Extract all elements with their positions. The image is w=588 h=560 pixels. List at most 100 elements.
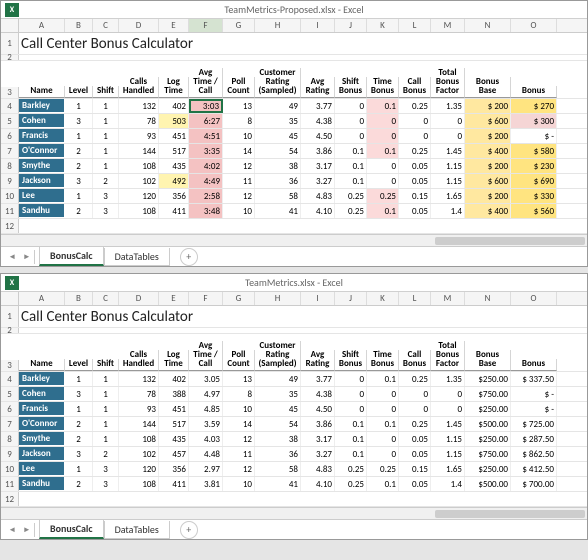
cell-bb[interactable]: $ 200 — [465, 189, 511, 203]
cell-ar[interactable]: 3.17 — [301, 432, 335, 446]
cell-tbf[interactable]: 1.35 — [431, 372, 465, 386]
cell-lvl[interactable]: 1 — [65, 372, 93, 386]
column-header[interactable]: G — [223, 292, 255, 305]
select-all-corner[interactable] — [1, 292, 19, 305]
row-header[interactable]: 8 — [1, 432, 19, 446]
cell-sb[interactable]: 0.1 — [335, 417, 367, 431]
cell-bn[interactable]: $ 580 — [511, 144, 557, 158]
column-header[interactable]: L — [399, 292, 431, 305]
cell-avg[interactable]: 4:02 — [189, 159, 223, 173]
cell-bb[interactable]: $500.00 — [465, 477, 511, 491]
column-header[interactable]: O — [511, 292, 557, 305]
cell-tb[interactable]: 0.1 — [367, 99, 399, 113]
scroll-thumb[interactable] — [435, 510, 585, 518]
cell-lt[interactable]: 451 — [159, 129, 189, 143]
cell-name[interactable]: Cohen — [19, 387, 65, 401]
cell-sb[interactable]: 0 — [335, 372, 367, 386]
cell-lvl[interactable]: 2 — [65, 159, 93, 173]
cell-sb[interactable]: 0.25 — [335, 477, 367, 491]
column-header[interactable]: C — [93, 19, 119, 32]
cell-sh[interactable]: 3 — [93, 189, 119, 203]
cell-name[interactable]: Jackson — [19, 174, 65, 188]
cell-tbf[interactable]: 1.65 — [431, 189, 465, 203]
cell-cb[interactable]: 0 — [399, 387, 431, 401]
cell-ch[interactable]: 108 — [119, 477, 159, 491]
cell-sb[interactable]: 0 — [335, 387, 367, 401]
cell-avg[interactable]: 2.97 — [189, 462, 223, 476]
cell-tbf[interactable]: 1.15 — [431, 174, 465, 188]
select-all-corner[interactable] — [1, 19, 19, 32]
cell-lt[interactable]: 402 — [159, 99, 189, 113]
cell-lvl[interactable]: 3 — [65, 387, 93, 401]
cell-bb[interactable]: $750.00 — [465, 387, 511, 401]
cell-bb[interactable]: $250.00 — [465, 402, 511, 416]
cell-tbf[interactable]: 1.15 — [431, 432, 465, 446]
cell-avg[interactable]: 3.05 — [189, 372, 223, 386]
cell-lt[interactable]: 356 — [159, 462, 189, 476]
cell-tb[interactable]: 0 — [367, 114, 399, 128]
row-header[interactable]: 6 — [1, 402, 19, 416]
page-title[interactable]: Call Center Bonus Calculator — [19, 33, 549, 54]
tab-bonuscalc[interactable]: BonusCalc — [39, 520, 104, 539]
cell-lvl[interactable]: 2 — [65, 144, 93, 158]
cell-ch[interactable]: 120 — [119, 189, 159, 203]
cell-cr[interactable]: 49 — [255, 99, 301, 113]
row-header[interactable]: 4 — [1, 99, 19, 113]
cell-avg[interactable]: 3:35 — [189, 144, 223, 158]
cell-cr[interactable]: 38 — [255, 432, 301, 446]
cell-cr[interactable]: 35 — [255, 387, 301, 401]
cell-pc[interactable]: 12 — [223, 462, 255, 476]
spreadsheet-grid-top[interactable]: 1 Call Center Bonus Calculator 2 3 NameL… — [1, 33, 587, 234]
cell-lt[interactable]: 411 — [159, 204, 189, 218]
scroll-bar[interactable] — [1, 507, 587, 519]
column-header[interactable]: K — [367, 19, 399, 32]
cell-pc[interactable]: 13 — [223, 372, 255, 386]
cell-ch[interactable]: 120 — [119, 462, 159, 476]
cell-tb[interactable]: 0 — [367, 387, 399, 401]
cell-pc[interactable]: 10 — [223, 129, 255, 143]
cell-bn[interactable]: $ 862.50 — [511, 447, 557, 461]
cell-bb[interactable]: $250.00 — [465, 462, 511, 476]
cell-ar[interactable]: 4.50 — [301, 402, 335, 416]
cell-ch[interactable]: 132 — [119, 372, 159, 386]
cell-bb[interactable]: $ 200 — [465, 99, 511, 113]
cell-tb[interactable]: 0 — [367, 174, 399, 188]
cell-name[interactable]: Francis — [19, 402, 65, 416]
row-header[interactable]: 10 — [1, 462, 19, 476]
cell-pc[interactable]: 12 — [223, 189, 255, 203]
cell-cr[interactable]: 35 — [255, 114, 301, 128]
cell-lt[interactable]: 503 — [159, 114, 189, 128]
column-header[interactable]: K — [367, 292, 399, 305]
cell-sb[interactable]: 0.25 — [335, 189, 367, 203]
cell-tbf[interactable]: 0 — [431, 402, 465, 416]
cell-ar[interactable]: 3.77 — [301, 99, 335, 113]
column-header[interactable]: F — [189, 19, 223, 32]
cell-tb[interactable]: 0.1 — [367, 204, 399, 218]
cell-cb[interactable]: 0 — [399, 402, 431, 416]
cell-name[interactable]: Lee — [19, 189, 65, 203]
cell-sb[interactable]: 0.1 — [335, 174, 367, 188]
column-header[interactable]: A — [19, 292, 65, 305]
cell-name[interactable]: Francis — [19, 129, 65, 143]
cell-lvl[interactable]: 2 — [65, 417, 93, 431]
cell-cb[interactable]: 0.05 — [399, 432, 431, 446]
cell-tb[interactable]: 0.1 — [367, 372, 399, 386]
cell-tb[interactable]: 0 — [367, 159, 399, 173]
cell-bn[interactable]: $ 690 — [511, 174, 557, 188]
cell-ar[interactable]: 3.86 — [301, 144, 335, 158]
cell-ch[interactable]: 78 — [119, 114, 159, 128]
cell-pc[interactable]: 8 — [223, 114, 255, 128]
cell-cr[interactable]: 54 — [255, 144, 301, 158]
cell-ch[interactable]: 93 — [119, 129, 159, 143]
cell-bn[interactable]: $ 337.50 — [511, 372, 557, 386]
row-header[interactable]: 1 — [1, 33, 19, 54]
cell-tb[interactable]: 0.25 — [367, 189, 399, 203]
cell-sh[interactable]: 1 — [93, 372, 119, 386]
cell-ch[interactable]: 93 — [119, 402, 159, 416]
cell-tb[interactable]: 0.1 — [367, 417, 399, 431]
cell-tb[interactable]: 0 — [367, 432, 399, 446]
cell-cr[interactable]: 54 — [255, 417, 301, 431]
cell-cb[interactable]: 0.25 — [399, 372, 431, 386]
cell-sh[interactable]: 1 — [93, 387, 119, 401]
cell-avg[interactable]: 4.97 — [189, 387, 223, 401]
